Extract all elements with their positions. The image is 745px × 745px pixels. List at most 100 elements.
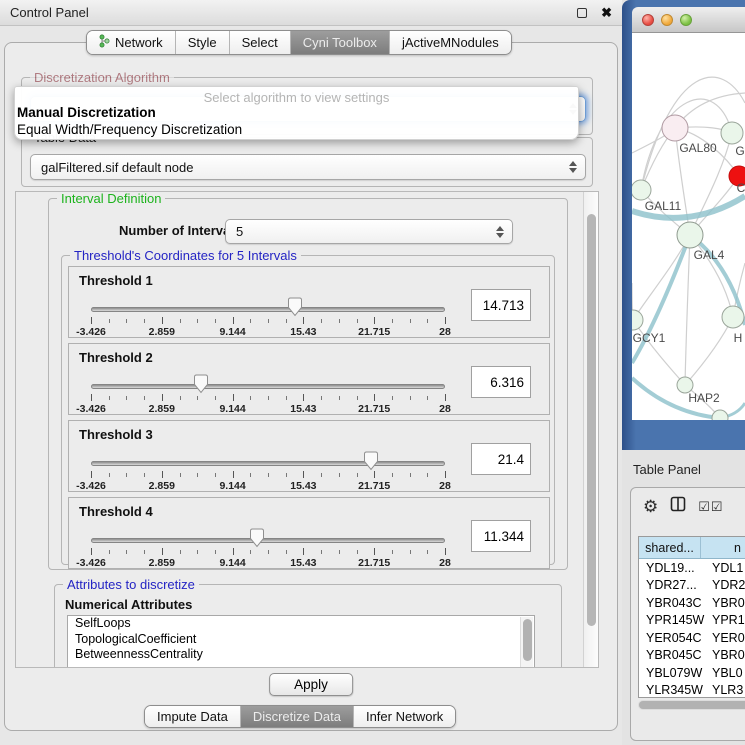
attribute-list-item[interactable]: BetweennessCentrality: [68, 647, 534, 663]
slider-tick-label: -3.426: [76, 480, 106, 492]
threshold-value-field[interactable]: [471, 443, 531, 475]
cell-shared-name: YPR145W: [639, 613, 701, 627]
cell-shared-name: YBL079W: [639, 666, 701, 680]
control-panel-titlebar: Control Panel ✖: [0, 0, 622, 26]
network-node[interactable]: [662, 115, 688, 141]
slider-track[interactable]: [91, 307, 445, 312]
tab-select[interactable]: Select: [230, 31, 291, 54]
threshold-value-field[interactable]: [471, 289, 531, 321]
numerical-attributes-list[interactable]: SelfLoopsTopologicalCoefficientBetweenne…: [67, 615, 535, 668]
slider-track[interactable]: [91, 384, 445, 389]
slider-tick: [321, 550, 322, 554]
slider-tick: [126, 396, 127, 400]
list-scrollbar[interactable]: [520, 617, 533, 668]
network-node[interactable]: [677, 222, 703, 248]
cell-name: YLR3: [701, 683, 743, 697]
slider-thumb[interactable]: [193, 374, 209, 399]
gear-icon[interactable]: ⚙: [643, 498, 658, 515]
number-of-intervals-combobox[interactable]: 5: [225, 219, 513, 244]
slider-tick: [144, 473, 145, 477]
table-row[interactable]: YPR145WYPR1: [639, 612, 745, 630]
table-row[interactable]: YDL19...YDL1: [639, 559, 745, 577]
table-row[interactable]: YBR043CYBR0: [639, 594, 745, 612]
combo-stepper-icon: [496, 226, 504, 238]
table-data-combobox[interactable]: galFiltered.sif default node: [30, 154, 586, 180]
threshold-slider[interactable]: -3.4262.8599.14415.4321.71528: [91, 295, 445, 339]
list-scrollbar-thumb[interactable]: [523, 619, 532, 661]
table-row[interactable]: YER054CYER0: [639, 629, 745, 647]
table-row[interactable]: YBL079WYBL0: [639, 664, 745, 682]
settings-scrollbar-thumb[interactable]: [587, 214, 596, 626]
slider-tick: [268, 319, 269, 323]
cell-shared-name: YDL19...: [639, 561, 701, 575]
network-node[interactable]: [721, 122, 743, 144]
apply-button[interactable]: Apply: [269, 673, 353, 696]
slider-tick: [357, 396, 358, 400]
network-node[interactable]: [722, 306, 744, 328]
slider-tick: [250, 319, 251, 323]
minimize-traffic-light-icon[interactable]: [661, 14, 673, 26]
top-tab-bar: Network Style Select Cyni Toolbox jActiv…: [86, 30, 512, 55]
tab-network[interactable]: Network: [87, 31, 176, 54]
network-canvas[interactable]: GAL80GAL11GAL4GCY1HHAP2GC: [632, 33, 745, 420]
slider-tick: [109, 319, 110, 323]
network-node[interactable]: [632, 310, 643, 330]
table-horizontal-scrollbar-thumb[interactable]: [639, 701, 745, 709]
slider-tick: [91, 394, 92, 401]
cell-name: YBR0: [701, 648, 745, 662]
tab-jactivemnodules[interactable]: jActiveMNodules: [390, 31, 511, 54]
slider-tick: [357, 550, 358, 554]
column-header-shared[interactable]: shared...: [639, 537, 701, 558]
threshold-panel: Threshold 3-3.4262.8599.14415.4321.71528: [68, 420, 550, 492]
tab-discretize-data[interactable]: Discretize Data: [241, 706, 354, 727]
column-header-name[interactable]: n: [701, 537, 745, 558]
interval-definition-group: Interval Definition Number of Intervals …: [48, 198, 568, 570]
threshold-slider[interactable]: -3.4262.8599.14415.4321.71528: [91, 526, 445, 570]
attribute-list-item[interactable]: SelfLoops: [68, 616, 534, 632]
slider-tick: [374, 548, 375, 555]
network-window-titlebar[interactable]: [632, 7, 745, 33]
table-row[interactable]: YBR045CYBR0: [639, 647, 745, 665]
tab-impute-data[interactable]: Impute Data: [145, 706, 241, 727]
checkbox-icons[interactable]: ☑☑: [698, 499, 723, 515]
threshold-slider[interactable]: -3.4262.8599.14415.4321.71528: [91, 372, 445, 416]
threshold-value-field[interactable]: [471, 366, 531, 398]
close-icon[interactable]: ✖: [601, 6, 612, 19]
slider-tick: [357, 473, 358, 477]
table-horizontal-scrollbar[interactable]: [638, 700, 745, 710]
tab-cyni-toolbox[interactable]: Cyni Toolbox: [291, 31, 390, 54]
slider-thumb[interactable]: [287, 297, 303, 322]
slider-tick-label: 21.715: [358, 326, 390, 338]
column-layout-icon[interactable]: [670, 496, 686, 517]
slider-tick: [321, 473, 322, 477]
tab-infer-network[interactable]: Infer Network: [354, 706, 455, 727]
slider-tick: [91, 548, 92, 555]
slider-tick: [392, 550, 393, 554]
slider-track[interactable]: [91, 538, 445, 543]
node-table: shared... n YDL19...YDL1YDR27...YDR2YBR0…: [638, 536, 745, 698]
settings-scrollbar[interactable]: [583, 192, 598, 667]
popup-option-equal-width-frequency[interactable]: Equal Width/Frequency Discretization: [15, 122, 578, 139]
network-node-label: GAL80: [679, 141, 717, 155]
slider-thumb[interactable]: [249, 528, 265, 553]
network-node[interactable]: [632, 180, 651, 200]
slider-track[interactable]: [91, 461, 445, 466]
slider-thumb[interactable]: [363, 451, 379, 476]
float-window-icon[interactable]: [577, 8, 587, 18]
numerical-attributes-label: Numerical Attributes: [65, 597, 192, 612]
algorithm-dropdown-popup: Select algorithm to view settings Manual…: [14, 86, 579, 140]
threshold-value-field[interactable]: [471, 520, 531, 552]
threshold-slider[interactable]: -3.4262.8599.14415.4321.71528: [91, 449, 445, 493]
number-of-intervals-label: Number of Intervals: [119, 223, 241, 238]
zoom-traffic-light-icon[interactable]: [680, 14, 692, 26]
attribute-list-item[interactable]: TopologicalCoefficient: [68, 632, 534, 648]
cell-shared-name: YLR345W: [639, 683, 701, 697]
slider-tick: [250, 396, 251, 400]
close-traffic-light-icon[interactable]: [642, 14, 654, 26]
table-row[interactable]: YLR345WYLR3: [639, 682, 745, 699]
tab-style[interactable]: Style: [176, 31, 230, 54]
slider-tick-label: 21.715: [358, 480, 390, 492]
table-row[interactable]: YDR27...YDR2: [639, 577, 745, 595]
slider-tick: [427, 396, 428, 400]
popup-option-manual-discretization[interactable]: Manual Discretization: [15, 105, 578, 122]
